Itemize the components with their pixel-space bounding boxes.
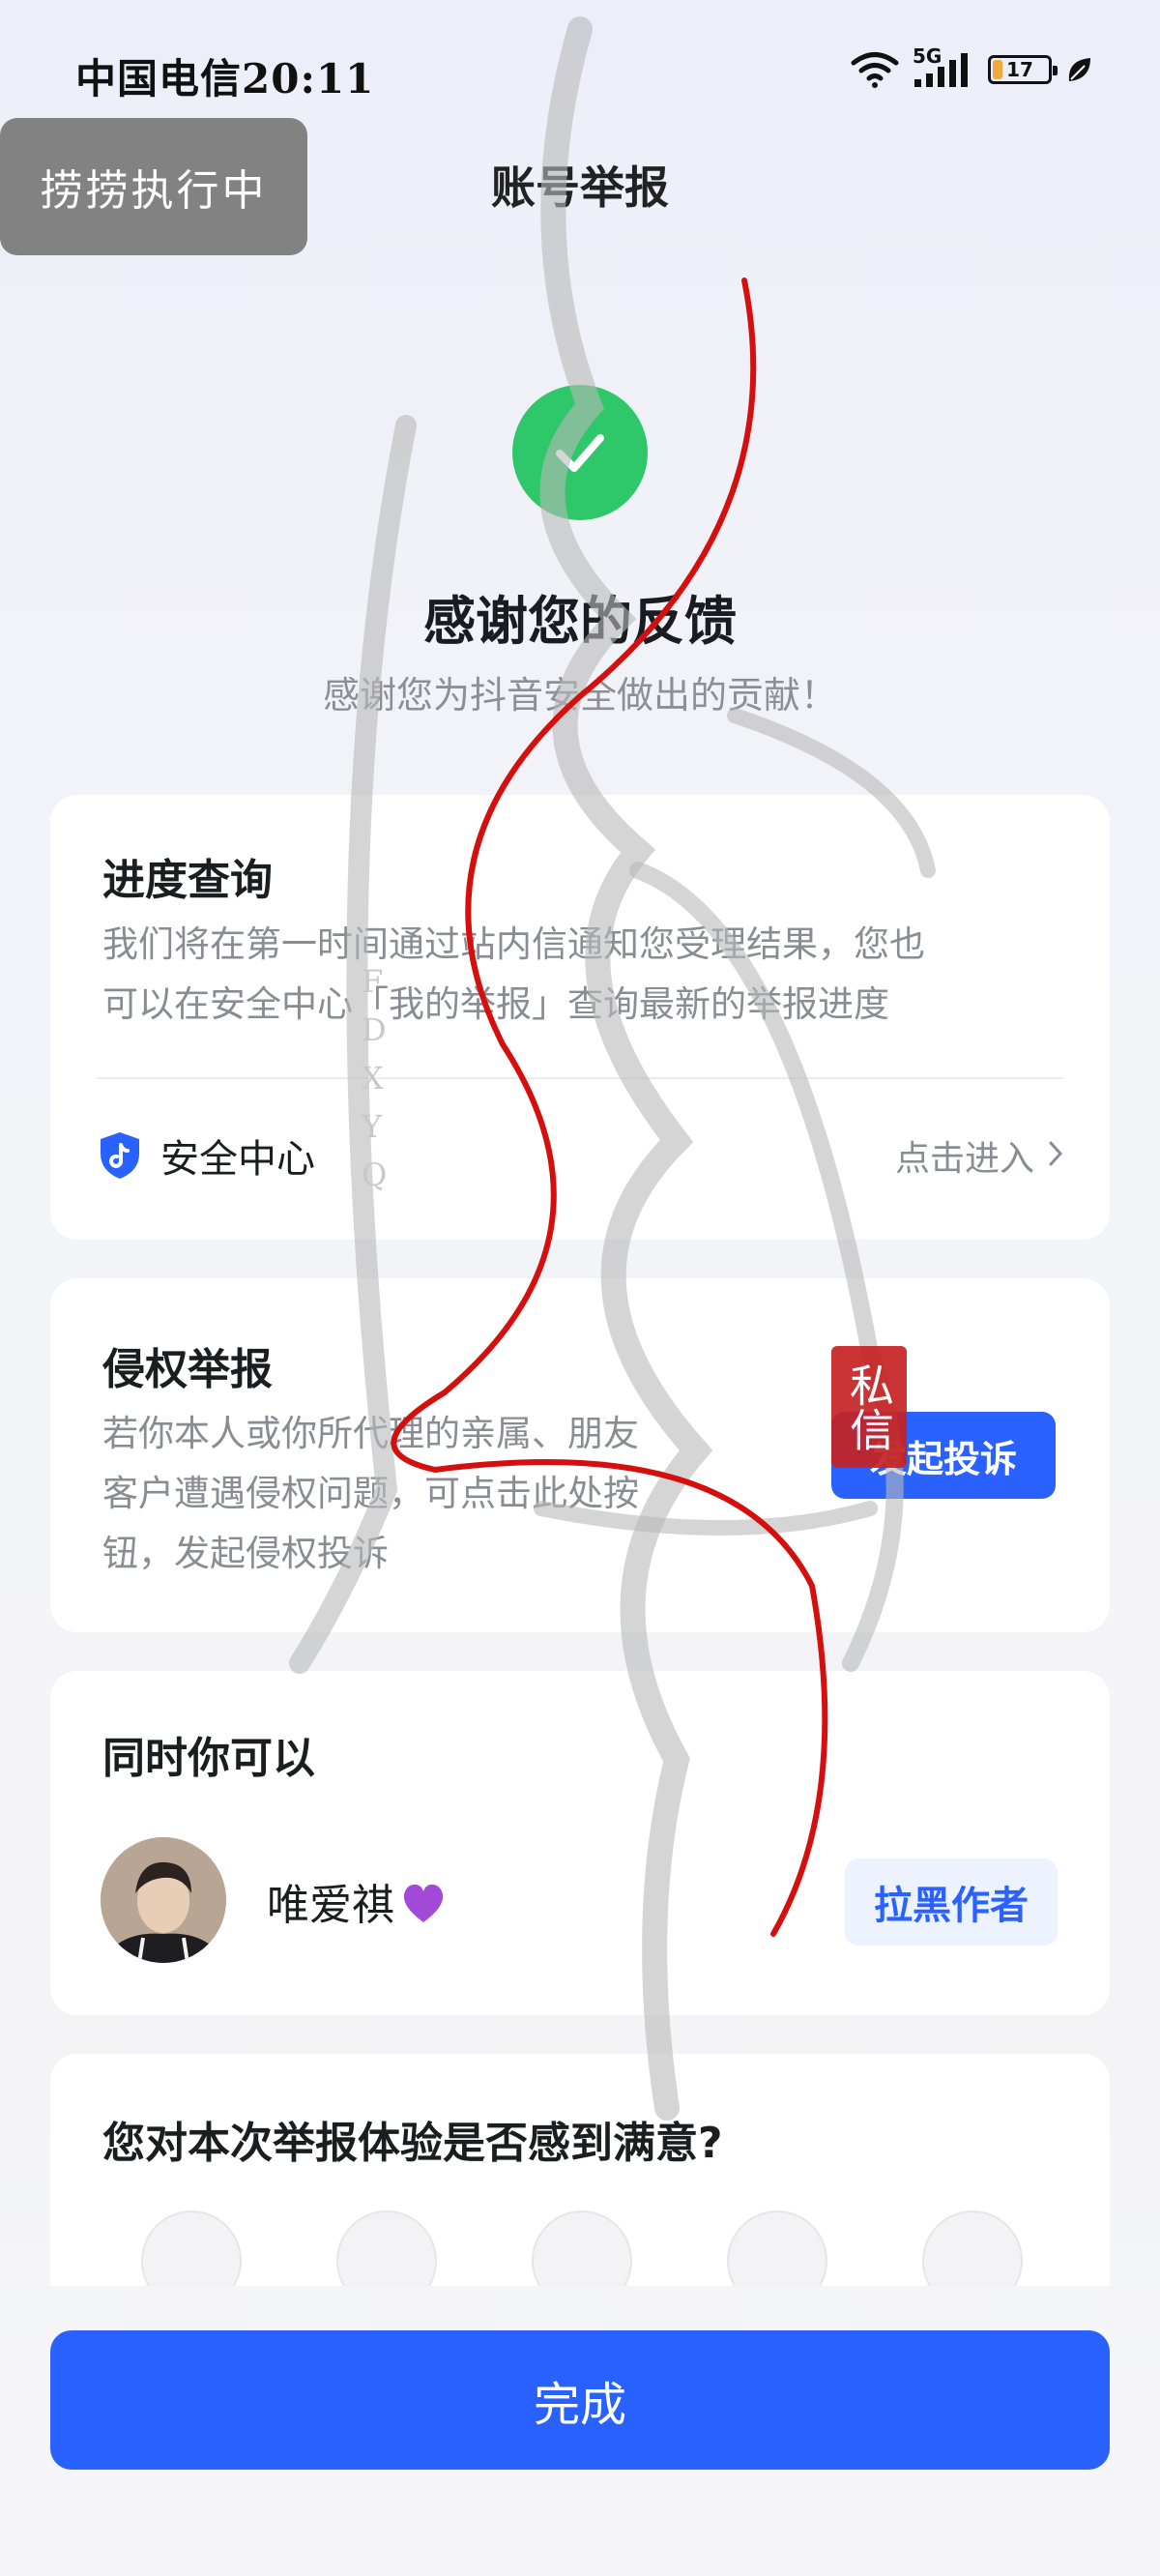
infringement-desc-line-1: 若你本人或你所代理的亲属、朋友 [102, 1413, 639, 1454]
block-author-button[interactable]: 拉黑作者 [845, 1859, 1058, 1946]
divider [97, 1077, 1063, 1079]
file-complaint-button[interactable]: 发起投诉 [831, 1412, 1056, 1499]
done-button[interactable]: 完成 [50, 2330, 1110, 2470]
carrier-time: 中国电信20:11 [75, 55, 375, 102]
satisfaction-survey-card: 您对本次举报体验是否感到满意? [50, 2054, 1110, 2286]
safety-center-row[interactable]: 安全中心 点击进入 [97, 1110, 1063, 1201]
author-name-text: 唯爱祺 [267, 1881, 394, 1930]
network-type: 5G [913, 44, 942, 68]
success-subtitle: 感谢您为抖音安全做出的贡献！ [322, 674, 837, 717]
very-unsatisfied-icon[interactable] [141, 2210, 242, 2286]
also-card-title: 同时你可以 [102, 1734, 315, 1783]
progress-query-card: 进度查询 我们将在第一时间通过站内信通知您受理结果，您也 可以在安全中心「我的举… [50, 795, 1110, 1240]
infringement-desc-line-3: 钮，发起侵权投诉 [102, 1533, 389, 1574]
leaf-icon [1065, 54, 1092, 85]
survey-title: 您对本次举报体验是否感到满意? [102, 2119, 723, 2168]
progress-desc-line-1: 我们将在第一时间通过站内信通知您受理结果，您也 [102, 923, 925, 965]
wifi-icon [851, 50, 899, 89]
infringement-card: 侵权举报 若你本人或你所代理的亲属、朋友 客户遭遇侵权问题，可点击此处按 钮，发… [50, 1278, 1110, 1632]
signal-icon: 5G [913, 44, 974, 89]
satisfied-icon[interactable] [727, 2210, 827, 2286]
battery-icon: 17 [988, 55, 1058, 84]
infringement-card-title: 侵权举报 [102, 1345, 273, 1394]
enter-link[interactable]: 点击进入 [895, 1130, 1063, 1181]
progress-card-description: 我们将在第一时间通过站内信通知您受理结果，您也 可以在安全中心「我的举报」查询最… [102, 915, 1069, 1035]
author-name: 唯爱祺 [267, 1870, 447, 1935]
success-title: 感谢您的反馈 [423, 591, 737, 652]
progress-desc-line-2: 可以在安全中心「我的举报」查询最新的举报进度 [102, 983, 889, 1025]
very-satisfied-icon[interactable] [922, 2210, 1023, 2286]
avatar[interactable] [101, 1837, 226, 1963]
infringement-desc-line-2: 客户遭遇侵权问题，可点击此处按 [102, 1473, 639, 1514]
neutral-icon[interactable] [532, 2210, 632, 2286]
shield-icon [97, 1130, 143, 1181]
unsatisfied-icon[interactable] [336, 2210, 437, 2286]
also-you-can-card: 同时你可以 唯爱祺 拉黑作者 [50, 1671, 1110, 2015]
chevron-right-icon [1048, 1136, 1063, 1176]
progress-card-title: 进度查询 [102, 856, 273, 905]
success-check-icon [512, 385, 648, 520]
infringement-card-description: 若你本人或你所代理的亲属、朋友 客户遭遇侵权问题，可点击此处按 钮，发起侵权投诉 [102, 1404, 798, 1584]
safety-center-label: 安全中心 [160, 1137, 315, 1182]
battery-level: 17 [1006, 58, 1033, 81]
enter-link-label: 点击进入 [894, 1139, 1034, 1179]
floating-status-chip[interactable]: 捞捞执行中 [0, 118, 307, 255]
status-indicators: 5G 17 [851, 44, 1092, 89]
purple-heart-icon [400, 1882, 447, 1935]
